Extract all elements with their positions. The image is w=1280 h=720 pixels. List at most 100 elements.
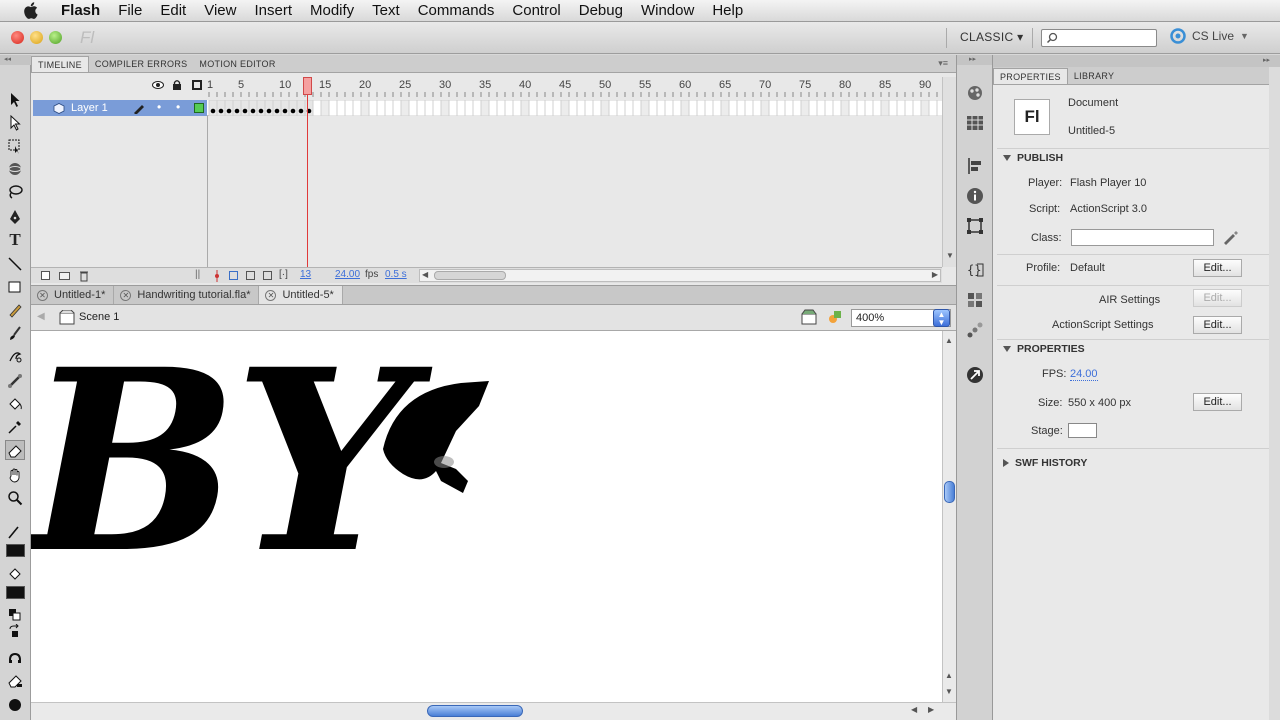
layer-outline-color[interactable]: [194, 103, 204, 113]
menu-control[interactable]: Control: [503, 2, 569, 19]
frame-cell[interactable]: [536, 99, 546, 117]
frame-cell[interactable]: [464, 99, 474, 117]
stage-vertical-scrollbar[interactable]: ▲ ▲ ▼: [942, 331, 956, 702]
frame-cell[interactable]: [360, 99, 370, 117]
menu-view[interactable]: View: [195, 2, 245, 19]
fps-value[interactable]: 24.00: [1070, 368, 1098, 381]
swap-colors-icon[interactable]: [5, 621, 25, 641]
frame-cell[interactable]: [704, 99, 714, 117]
current-frame[interactable]: 13: [300, 269, 311, 280]
scroll-right-arrow-icon[interactable]: ▶: [932, 270, 938, 279]
swatches-panel-icon[interactable]: [965, 113, 985, 133]
frame-cell[interactable]: [928, 99, 938, 117]
frame-cell[interactable]: [392, 99, 402, 117]
help-search-input[interactable]: [1041, 29, 1157, 47]
frame-cell[interactable]: [784, 99, 794, 117]
playhead-handle[interactable]: [303, 77, 312, 95]
frame-cell[interactable]: [664, 99, 674, 117]
frame-cell[interactable]: [896, 99, 906, 117]
center-frame-icon[interactable]: [213, 270, 221, 282]
collapse-handle[interactable]: ▸▸: [957, 55, 992, 65]
frame-cell[interactable]: [856, 99, 866, 117]
frame-cell[interactable]: [744, 99, 754, 117]
frame-cell[interactable]: [632, 99, 642, 117]
frame-cell[interactable]: [480, 99, 490, 117]
stroke-color-swatch[interactable]: [6, 544, 25, 557]
outline-layers-icon[interactable]: [192, 80, 202, 90]
line-tool-icon[interactable]: [5, 254, 25, 274]
frame-cell[interactable]: [832, 99, 842, 117]
frame-cell[interactable]: [576, 99, 586, 117]
menu-window[interactable]: Window: [632, 2, 703, 19]
transform-panel-icon[interactable]: [965, 216, 985, 236]
frame-cell[interactable]: [648, 99, 658, 117]
close-window-button[interactable]: [11, 31, 24, 44]
collapse-handle[interactable]: ◂◂: [0, 55, 31, 65]
delete-layer-icon[interactable]: [79, 270, 89, 282]
pen-tool-icon[interactable]: [5, 207, 25, 227]
scroll-right-arrow-icon[interactable]: ▶: [928, 705, 934, 714]
tab-timeline[interactable]: TIMELINE: [31, 56, 89, 72]
frame-cell[interactable]: [768, 99, 778, 117]
frame-cell[interactable]: [616, 99, 626, 117]
frame-cell[interactable]: [640, 99, 650, 117]
frame-cell[interactable]: [376, 99, 386, 117]
frame-cell[interactable]: [568, 99, 578, 117]
frame-cell[interactable]: [448, 99, 458, 117]
stroke-color-icon[interactable]: [5, 522, 25, 542]
menu-modify[interactable]: Modify: [301, 2, 363, 19]
frame-cell[interactable]: [800, 99, 810, 117]
class-field[interactable]: [1071, 229, 1214, 246]
frame-cell[interactable]: [808, 99, 818, 117]
frame-cell[interactable]: [792, 99, 802, 117]
frame-cell[interactable]: [432, 99, 442, 117]
panel-menu-icon[interactable]: ▾≡: [938, 58, 948, 69]
zoom-tool-icon[interactable]: [5, 488, 25, 508]
frame-cell[interactable]: [688, 99, 698, 117]
menu-insert[interactable]: Insert: [245, 2, 301, 19]
scroll-left-arrow-icon[interactable]: ◀: [911, 705, 917, 714]
free-transform-tool-icon[interactable]: [5, 136, 25, 156]
frame-cell[interactable]: [656, 99, 666, 117]
edit-actionscript-settings-button[interactable]: Edit...: [1193, 316, 1242, 334]
layer-row[interactable]: Layer 1 • •: [33, 100, 207, 116]
frame-cell[interactable]: [728, 99, 738, 117]
frame-cell[interactable]: [472, 99, 482, 117]
frame-cell[interactable]: [384, 99, 394, 117]
workspace-switcher[interactable]: CLASSIC ▾: [960, 30, 1023, 44]
back-arrow-icon[interactable]: ◀: [37, 311, 45, 322]
onion-skin-icon[interactable]: [229, 271, 238, 280]
3d-rotation-tool-icon[interactable]: [5, 159, 25, 179]
collapse-panels-icon[interactable]: ▸▸: [1263, 55, 1270, 67]
edit-size-button[interactable]: Edit...: [1193, 393, 1242, 411]
properties-scrollbar[interactable]: [1269, 67, 1280, 720]
keyframe-cell[interactable]: [232, 99, 242, 117]
frame-cell[interactable]: [720, 99, 730, 117]
frame-cell[interactable]: [912, 99, 922, 117]
frame-cell[interactable]: [416, 99, 426, 117]
swf-history-section-header[interactable]: SWF HISTORY: [1003, 457, 1087, 469]
edit-scene-icon[interactable]: [801, 309, 817, 325]
frame-cell[interactable]: [552, 99, 562, 117]
frame-cell[interactable]: [400, 99, 410, 117]
frame-cell[interactable]: [888, 99, 898, 117]
keyframe-cell[interactable]: [216, 99, 226, 117]
stage-color-swatch[interactable]: [1068, 423, 1097, 438]
frame-cell[interactable]: [512, 99, 522, 117]
edit-air-settings-button[interactable]: Edit...: [1193, 289, 1242, 307]
frame-cell[interactable]: [328, 99, 338, 117]
new-layer-icon[interactable]: [41, 271, 50, 280]
tab-compiler-errors[interactable]: COMPILER ERRORS: [89, 56, 194, 72]
frame-cell[interactable]: [752, 99, 762, 117]
keyframe-cell[interactable]: [256, 99, 266, 117]
snap-to-objects-icon[interactable]: [5, 649, 25, 669]
frame-cell[interactable]: [368, 99, 378, 117]
frame-cell[interactable]: [904, 99, 914, 117]
frame-cell[interactable]: [312, 99, 322, 117]
frame-cell[interactable]: [560, 99, 570, 117]
doc-tab-untitled-5[interactable]: ✕ Untitled-5*: [259, 286, 343, 304]
frame-cell[interactable]: [336, 99, 346, 117]
menu-text[interactable]: Text: [363, 2, 409, 19]
faucet-icon[interactable]: [5, 695, 25, 715]
publish-section-header[interactable]: PUBLISH: [1003, 152, 1063, 164]
